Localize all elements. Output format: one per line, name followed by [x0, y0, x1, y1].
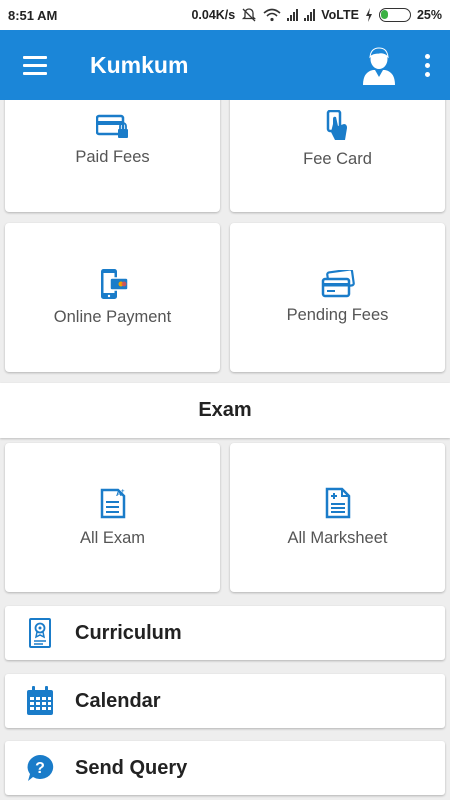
- status-bar: 8:51 AM 0.04K/s VoLTE 25%: [0, 0, 450, 30]
- hand-card-icon: [326, 110, 347, 140]
- network-speed: 0.04K/s: [191, 8, 236, 22]
- marksheet-icon: [325, 487, 350, 519]
- pending-fees-label: Pending Fees: [286, 306, 389, 324]
- online-payment-tile[interactable]: Online Payment: [5, 223, 220, 372]
- exam-document-icon: A +: [100, 488, 125, 519]
- card-lock-icon: [95, 114, 128, 138]
- pending-fees-tile[interactable]: Pending Fees: [230, 223, 445, 372]
- paid-fees-tile[interactable]: Paid Fees: [5, 100, 220, 212]
- charging-bolt-icon: [365, 8, 372, 22]
- all-exam-tile[interactable]: A + All Exam: [5, 443, 220, 592]
- signal-icon: [304, 9, 316, 21]
- user-profile-icon[interactable]: [354, 30, 404, 100]
- network-type: VoLTE: [321, 8, 359, 22]
- svg-text:?: ?: [35, 760, 45, 777]
- curriculum-certificate-icon: [29, 618, 51, 648]
- signal-icon: [287, 9, 299, 21]
- mute-bell-icon: [242, 8, 257, 22]
- wifi-icon: [263, 8, 281, 22]
- status-indicators: 0.04K/s VoLTE 25%: [191, 7, 442, 23]
- cards-icon: [321, 270, 355, 298]
- app-title: Kumkum: [90, 51, 189, 78]
- overflow-menu-icon[interactable]: [414, 30, 440, 100]
- all-marksheet-tile[interactable]: All Marksheet: [230, 443, 445, 592]
- svg-text:+: +: [121, 489, 125, 495]
- fee-card-label: Fee Card: [303, 150, 372, 168]
- all-exam-label: All Exam: [79, 529, 146, 547]
- hamburger-menu-icon[interactable]: [0, 30, 70, 100]
- main-content[interactable]: Paid Fees Fee Card Online Payment Pendin…: [0, 100, 450, 800]
- calendar-icon: [27, 686, 53, 715]
- calendar-label: Calendar: [75, 689, 161, 712]
- query-chat-icon: ?: [27, 754, 54, 781]
- curriculum-label: Curriculum: [75, 621, 182, 644]
- mobile-payment-icon: [100, 269, 129, 299]
- battery-percent: 25%: [416, 8, 442, 22]
- exam-section-header: Exam: [0, 383, 450, 438]
- send-query-label: Send Query: [75, 756, 188, 779]
- all-marksheet-label: All Marksheet: [287, 529, 388, 547]
- send-query-row[interactable]: ? Send Query: [5, 741, 445, 795]
- battery-icon: [378, 8, 411, 22]
- fee-card-tile[interactable]: Fee Card: [230, 100, 445, 212]
- status-time: 8:51 AM: [8, 7, 58, 23]
- app-bar: Kumkum: [0, 30, 450, 100]
- paid-fees-label: Paid Fees: [75, 148, 150, 166]
- curriculum-row[interactable]: Curriculum: [5, 606, 445, 660]
- calendar-row[interactable]: Calendar: [5, 674, 445, 728]
- online-payment-label: Online Payment: [53, 308, 172, 326]
